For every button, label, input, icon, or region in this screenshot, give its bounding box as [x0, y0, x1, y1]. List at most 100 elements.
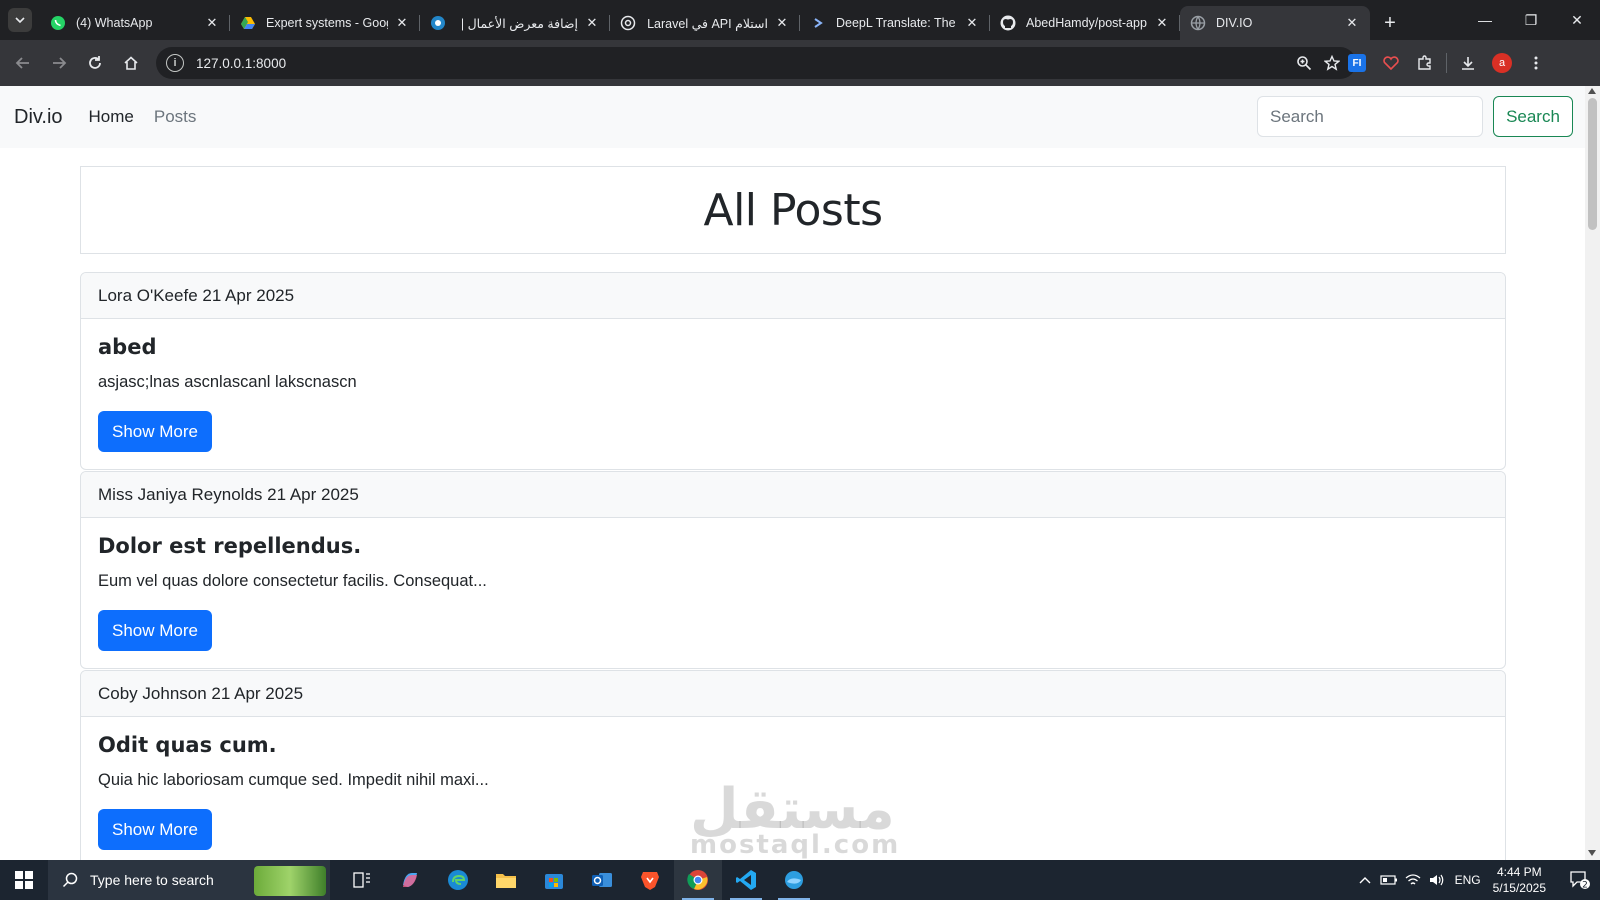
- close-window-button[interactable]: ✕: [1554, 0, 1600, 40]
- scroll-up-arrow-icon[interactable]: [1588, 88, 1596, 94]
- close-icon[interactable]: ✕: [584, 15, 600, 31]
- post-author-date: Lora O'Keefe 21 Apr 2025: [81, 273, 1505, 319]
- brave-browser-icon[interactable]: [626, 860, 674, 900]
- tab-title: Expert systems - Goog: [266, 16, 388, 30]
- taskbar-search-placeholder: Type here to search: [90, 872, 214, 888]
- close-icon[interactable]: ✕: [964, 15, 980, 31]
- notification-count: 2: [1582, 881, 1588, 891]
- post-card-body: abed asjasc;lnas ascnlascanl lakscnascn …: [81, 319, 1505, 469]
- close-icon[interactable]: ✕: [1344, 15, 1360, 31]
- address-bar[interactable]: i 127.0.0.1:8000: [156, 47, 1356, 79]
- whatsapp-icon: [50, 15, 66, 31]
- close-icon[interactable]: ✕: [394, 15, 410, 31]
- page-heading-box: All Posts: [80, 166, 1506, 254]
- site-brand[interactable]: Div.io: [14, 106, 63, 129]
- notification-center-icon[interactable]: 2: [1560, 870, 1600, 890]
- mostaql-icon: [430, 15, 446, 31]
- zoom-icon[interactable]: [1290, 55, 1318, 71]
- chatgpt-icon: [620, 15, 636, 31]
- watermark-latin: mostaql.com: [690, 830, 901, 860]
- nav-link-posts[interactable]: Posts: [154, 107, 197, 127]
- task-view-icon[interactable]: [338, 860, 386, 900]
- windows-taskbar: Type here to search ENG 4:44 PM 5/15/202…: [0, 860, 1600, 900]
- close-icon[interactable]: ✕: [1154, 15, 1170, 31]
- home-button[interactable]: [114, 46, 148, 80]
- site-info-icon[interactable]: i: [166, 54, 184, 72]
- deepl-icon: [810, 15, 826, 31]
- taskbar-search[interactable]: Type here to search: [48, 860, 330, 900]
- vscode-icon[interactable]: [722, 860, 770, 900]
- post-card: Miss Janiya Reynolds 21 Apr 2025 Dolor e…: [80, 471, 1506, 669]
- windows-logo-icon: [15, 871, 33, 889]
- posts-container: All Posts Lora O'Keefe 21 Apr 2025 abed …: [80, 166, 1506, 860]
- download-icon[interactable]: [1451, 47, 1485, 79]
- post-title: abed: [98, 335, 157, 359]
- github-icon: [1000, 15, 1016, 31]
- chevron-down-icon: [15, 17, 25, 24]
- chevron-up-icon[interactable]: [1353, 876, 1377, 884]
- post-excerpt: Eum vel quas dolore consectetur facilis.…: [98, 572, 487, 590]
- microsoft-store-icon[interactable]: [530, 860, 578, 900]
- outlook-icon[interactable]: [578, 860, 626, 900]
- post-card: Lora O'Keefe 21 Apr 2025 abed asjasc;lna…: [80, 272, 1506, 470]
- copilot-icon[interactable]: [386, 860, 434, 900]
- url-text: 127.0.0.1:8000: [196, 55, 287, 71]
- page-scrollbar[interactable]: [1585, 86, 1600, 860]
- post-author-date: Coby Johnson 21 Apr 2025: [81, 671, 1505, 717]
- language-indicator[interactable]: ENG: [1455, 873, 1481, 887]
- post-card-body: Dolor est repellendus. Eum vel quas dolo…: [81, 518, 1505, 668]
- nav-link-home[interactable]: Home: [89, 107, 134, 127]
- home-icon: [124, 56, 138, 70]
- close-icon[interactable]: ✕: [204, 15, 220, 31]
- tab-title: استلام API في Laravel: [647, 16, 768, 31]
- translate-extension-icon[interactable]: FI: [1340, 47, 1374, 79]
- post-author-date: Miss Janiya Reynolds 21 Apr 2025: [81, 472, 1505, 518]
- tab-title: (4) WhatsApp: [76, 16, 153, 30]
- scrollbar-thumb[interactable]: [1588, 98, 1597, 230]
- reload-button[interactable]: [78, 46, 112, 80]
- browser-tab[interactable]: (4) WhatsApp ✕: [40, 6, 230, 40]
- show-more-button[interactable]: Show More: [98, 411, 212, 452]
- heart-extension-icon[interactable]: [1374, 47, 1408, 79]
- more-menu-icon[interactable]: [1519, 47, 1553, 79]
- post-excerpt: asjasc;lnas ascnlascanl lakscnascn: [98, 373, 357, 391]
- browser-tab[interactable]: DeepL Translate: The w ✕: [800, 6, 990, 40]
- back-button[interactable]: [6, 46, 40, 80]
- battery-icon[interactable]: [1377, 875, 1401, 885]
- arrow-right-icon: [53, 57, 67, 69]
- file-explorer-icon[interactable]: [482, 860, 530, 900]
- browser-tab[interactable]: إضافة معرض الأعمال | ✕: [420, 6, 610, 40]
- profile-avatar[interactable]: a: [1485, 47, 1519, 79]
- taskbar-clock[interactable]: 4:44 PM 5/15/2025: [1493, 864, 1546, 896]
- start-button[interactable]: [0, 860, 48, 900]
- puzzle-extensions-icon[interactable]: [1408, 47, 1442, 79]
- wifi-icon[interactable]: [1401, 873, 1425, 887]
- cloud-app-icon[interactable]: [770, 860, 818, 900]
- volume-icon[interactable]: [1425, 873, 1449, 887]
- edge-browser-icon[interactable]: [434, 860, 482, 900]
- minimize-button[interactable]: —: [1462, 0, 1508, 40]
- post-title: Dolor est repellendus.: [98, 534, 362, 558]
- toolbar-divider: [1446, 53, 1447, 73]
- arrow-left-icon: [15, 57, 29, 69]
- tab-title: DeepL Translate: The w: [836, 16, 958, 30]
- restore-button[interactable]: ❐: [1508, 0, 1554, 40]
- search-button[interactable]: Search: [1493, 96, 1573, 137]
- browser-tab-active[interactable]: DIV.IO ✕: [1180, 6, 1370, 40]
- search-input[interactable]: [1257, 96, 1483, 137]
- close-icon[interactable]: ✕: [774, 15, 790, 31]
- scroll-down-arrow-icon[interactable]: [1588, 850, 1596, 856]
- tab-search-button[interactable]: [8, 8, 32, 32]
- forward-button[interactable]: [42, 46, 76, 80]
- browser-tab[interactable]: AbedHamdy/post-app ✕: [990, 6, 1180, 40]
- tab-title: AbedHamdy/post-app: [1026, 16, 1147, 30]
- browser-tab[interactable]: استلام API في Laravel ✕: [610, 6, 800, 40]
- browser-toolbar: i 127.0.0.1:8000 FI a: [0, 40, 1600, 86]
- new-tab-button[interactable]: +: [1376, 9, 1404, 37]
- show-more-button[interactable]: Show More: [98, 809, 212, 850]
- browser-tab[interactable]: Expert systems - Goog ✕: [230, 6, 420, 40]
- navbar-search-form: Search: [1257, 96, 1573, 137]
- chrome-browser-icon[interactable]: [674, 860, 722, 900]
- clock-time: 4:44 PM: [1496, 865, 1542, 879]
- show-more-button[interactable]: Show More: [98, 610, 212, 651]
